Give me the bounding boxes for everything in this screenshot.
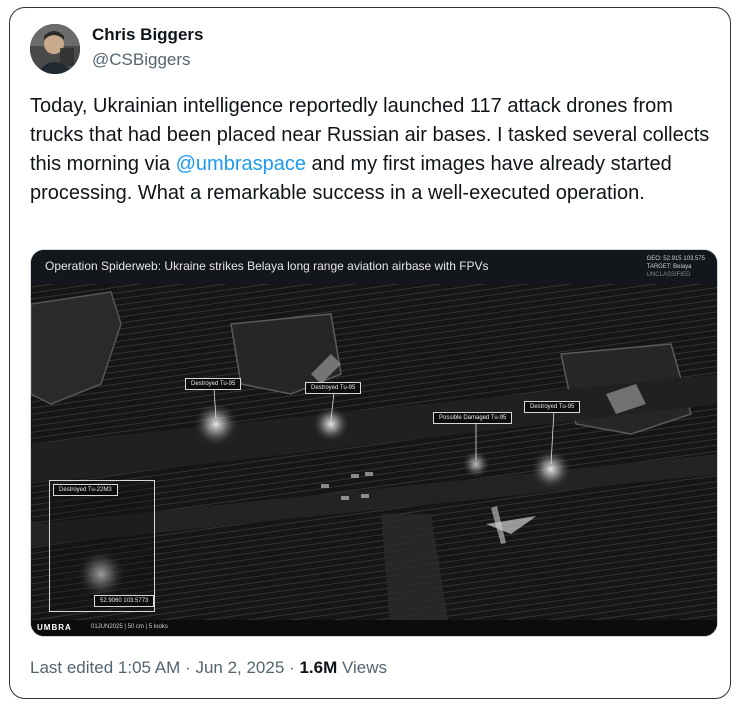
tweet-date[interactable]: Jun 2, 2025 <box>195 658 284 677</box>
damage-label: Destroyed Tu-95 <box>305 382 362 394</box>
damage-label: Destroyed Tu-95 <box>524 401 581 413</box>
meta-separator: · <box>289 658 295 677</box>
avatar[interactable] <box>30 24 80 74</box>
author-name[interactable]: Chris Biggers <box>92 25 203 45</box>
tweet-text: Today, Ukrainian intelligence reportedly… <box>30 92 720 208</box>
classification: UNCLASSIFIED <box>646 272 691 278</box>
inset-coords: 52.9060 103.5773 <box>94 595 155 607</box>
geo-line: GEO: 52.915 103.575 <box>646 256 705 262</box>
inset-view: Destroyed Tu-22M3 52.9060 103.5773 <box>49 480 155 612</box>
views-count: 1.6M <box>299 658 338 677</box>
media-header: Operation Spiderweb: Ukraine strikes Bel… <box>31 250 717 284</box>
meta-separator: · <box>185 658 191 677</box>
tweet-time[interactable]: 1:05 AM <box>118 658 180 677</box>
mention-link[interactable]: @umbraspace <box>176 153 306 175</box>
inset-label: Destroyed Tu-22M3 <box>53 484 118 496</box>
last-edited-label[interactable]: Last edited <box>30 658 113 677</box>
geo-info: GEO: 52.915 103.575 TARGET: Belaya UNCLA… <box>647 255 705 279</box>
target-line: TARGET: Belaya <box>646 264 692 270</box>
views-label: Views <box>341 658 388 677</box>
tweet-card: Chris Biggers @CSBiggers Today, Ukrainia… <box>9 7 731 699</box>
tweet-meta: Last edited 1:05 AM · Jun 2, 2025 · 1.6M… <box>30 658 387 678</box>
umbra-logo-icon: UMBRA <box>37 623 72 632</box>
footer-info: 01JUN2025 | 50 cm | 5 looks <box>91 624 168 630</box>
media-footer: UMBRA 01JUN2025 | 50 cm | 5 looks <box>31 620 717 636</box>
damage-label: Possible Damaged Tu-95 <box>433 412 513 424</box>
author-handle[interactable]: @CSBiggers <box>92 50 191 70</box>
damage-label: Destroyed Tu-95 <box>185 378 242 390</box>
tweet-media-image[interactable]: Operation Spiderweb: Ukraine strikes Bel… <box>30 249 718 637</box>
media-title: Operation Spiderweb: Ukraine strikes Bel… <box>45 259 489 273</box>
